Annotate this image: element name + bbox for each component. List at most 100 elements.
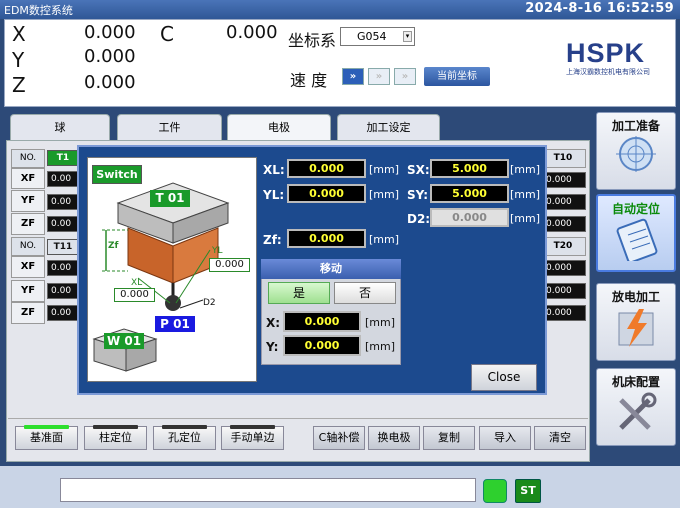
status-led xyxy=(230,425,275,429)
status-led xyxy=(93,425,138,429)
st-button[interactable]: ST xyxy=(515,479,541,503)
sx-unit: [mm] xyxy=(510,163,541,176)
yl-label: YL: xyxy=(263,188,285,202)
c-axis-compensation-button[interactable]: C轴补偿 xyxy=(313,426,365,450)
speed-level-3-button[interactable]: » xyxy=(394,68,416,85)
axis-x-label: X xyxy=(12,22,26,46)
close-button[interactable]: Close xyxy=(471,364,537,391)
sx-label: SX: xyxy=(407,163,430,177)
clear-button[interactable]: 清空 xyxy=(534,426,586,450)
move-panel-title: 移动 xyxy=(261,259,401,279)
grid-value[interactable]: 0.000 xyxy=(542,260,586,276)
move-no-button[interactable]: 否 xyxy=(334,282,396,304)
speed-label: 速 度 xyxy=(290,71,328,90)
move-x-field[interactable]: 0.000 xyxy=(283,311,361,332)
reference-plane-button[interactable]: 基准面 xyxy=(15,425,78,450)
speed-level-1-button[interactable]: » xyxy=(342,68,364,85)
move-x-unit: [mm] xyxy=(365,316,396,329)
clipboard-icon xyxy=(616,218,658,264)
sy-unit: [mm] xyxy=(510,188,541,201)
datetime: 2024-8-16 16:52:59 xyxy=(525,1,674,16)
sx-field[interactable]: 5.000 xyxy=(430,159,509,178)
grid-row-label: XF xyxy=(11,168,45,189)
axis-z-value: 0.000 xyxy=(84,72,136,93)
grid-value[interactable]: 0.00 xyxy=(47,216,79,232)
axis-c-value: 0.000 xyxy=(226,22,278,43)
grid-value[interactable]: 0.00 xyxy=(47,171,79,187)
hole-positioning-button[interactable]: 孔定位 xyxy=(153,425,216,450)
manual-edge-button[interactable]: 手动单边 xyxy=(221,425,284,450)
sidebar-item-label: 机床配置 xyxy=(611,375,660,389)
app-title: EDM数控系统 xyxy=(4,4,73,17)
import-button[interactable]: 导入 xyxy=(479,426,531,450)
grid-value[interactable]: 0.00 xyxy=(47,260,79,276)
xl-label: XL: xyxy=(263,163,285,177)
yl-unit: [mm] xyxy=(369,188,400,201)
grid-value[interactable]: 0.00 xyxy=(47,283,79,299)
grid-header-no: NO. xyxy=(11,149,45,168)
grid-value[interactable]: 0.00 xyxy=(47,194,79,210)
grid-value[interactable]: 0.000 xyxy=(542,283,586,299)
grid-value[interactable]: 0.000 xyxy=(542,194,586,210)
sidebar-item-machine-config[interactable]: 机床配置 xyxy=(596,368,676,446)
move-y-field[interactable]: 0.000 xyxy=(283,335,361,356)
sy-field[interactable]: 5.000 xyxy=(430,184,509,203)
ready-indicator[interactable] xyxy=(483,479,507,503)
axis-y-value: 0.000 xyxy=(84,46,136,67)
company-logo: HSPK 上海汉霸数控机电有限公司 xyxy=(566,38,662,77)
column-positioning-button[interactable]: 柱定位 xyxy=(84,425,147,450)
sidebar-item-prep[interactable]: 加工准备 xyxy=(596,112,676,190)
zf-label: Zf: xyxy=(263,233,282,247)
xl-field[interactable]: 0.000 xyxy=(287,159,366,178)
tool-label-t01: T 01 xyxy=(150,190,190,207)
grid-value[interactable]: 0.000 xyxy=(542,172,586,188)
axis-c-label: C xyxy=(160,22,174,46)
grid-header-no: NO. xyxy=(11,237,45,256)
zf-field[interactable]: 0.000 xyxy=(287,229,366,248)
d2-field[interactable]: 0.000 xyxy=(430,208,509,227)
sidebar-item-label: 自动定位 xyxy=(611,202,660,216)
tab-machining-settings[interactable]: 加工设定 xyxy=(337,114,440,140)
spark-icon xyxy=(618,309,654,347)
tab-ball[interactable]: 球 xyxy=(10,114,110,140)
sidebar-item-label: 加工准备 xyxy=(611,119,660,133)
move-yes-button[interactable]: 是 xyxy=(268,282,330,304)
copy-button[interactable]: 复制 xyxy=(423,426,475,450)
status-led xyxy=(162,425,207,429)
title-bar: EDM数控系统 2024-8-16 16:52:59 xyxy=(0,0,680,19)
grid-tool-label[interactable]: T11 xyxy=(47,239,79,255)
move-x-label: X: xyxy=(266,316,281,330)
d2-label: D2: xyxy=(407,212,431,226)
switch-button[interactable]: Switch xyxy=(92,165,142,184)
grid-row-label: YF xyxy=(11,190,45,212)
yl-dimension-label: YL xyxy=(212,246,223,256)
sidebar-item-auto-positioning[interactable]: 自动定位 xyxy=(596,194,676,272)
coord-system-select[interactable]: G054 ▾ xyxy=(340,27,415,46)
button-label: 柱定位 xyxy=(99,431,132,444)
tab-electrode[interactable]: 电极 xyxy=(227,114,331,140)
grid-value[interactable]: 0.00 xyxy=(47,305,79,321)
grid-value[interactable]: 0.000 xyxy=(542,305,586,321)
tab-workpiece[interactable]: 工件 xyxy=(117,114,222,140)
message-box xyxy=(60,478,476,502)
sidebar-item-edm-machining[interactable]: 放电加工 xyxy=(596,283,676,361)
grid-row-label: YF xyxy=(11,280,45,302)
d2-dimension-label: D2 xyxy=(203,298,216,308)
move-y-unit: [mm] xyxy=(365,340,396,353)
logo-brand: HSPK xyxy=(566,38,646,68)
zf-dimension-label: Zf xyxy=(108,241,119,251)
grid-value[interactable]: 0.000 xyxy=(542,216,586,232)
grid-row-label: ZF xyxy=(11,302,45,324)
yl-field[interactable]: 0.000 xyxy=(287,184,366,203)
crosshair-icon xyxy=(616,136,656,172)
d2-unit: [mm] xyxy=(510,212,541,225)
grid-tool-label[interactable]: T1 xyxy=(47,150,79,166)
speed-level-2-button[interactable]: » xyxy=(368,68,390,85)
axis-z-label: Z xyxy=(12,73,26,97)
chevron-down-icon: ▾ xyxy=(403,31,412,42)
change-electrode-button[interactable]: 换电极 xyxy=(368,426,420,450)
current-coord-button[interactable]: 当前坐标 xyxy=(424,67,490,86)
grid-row-label: XF xyxy=(11,256,45,278)
button-label: 孔定位 xyxy=(168,431,201,444)
yl-diagram-value: 0.000 xyxy=(209,258,250,272)
